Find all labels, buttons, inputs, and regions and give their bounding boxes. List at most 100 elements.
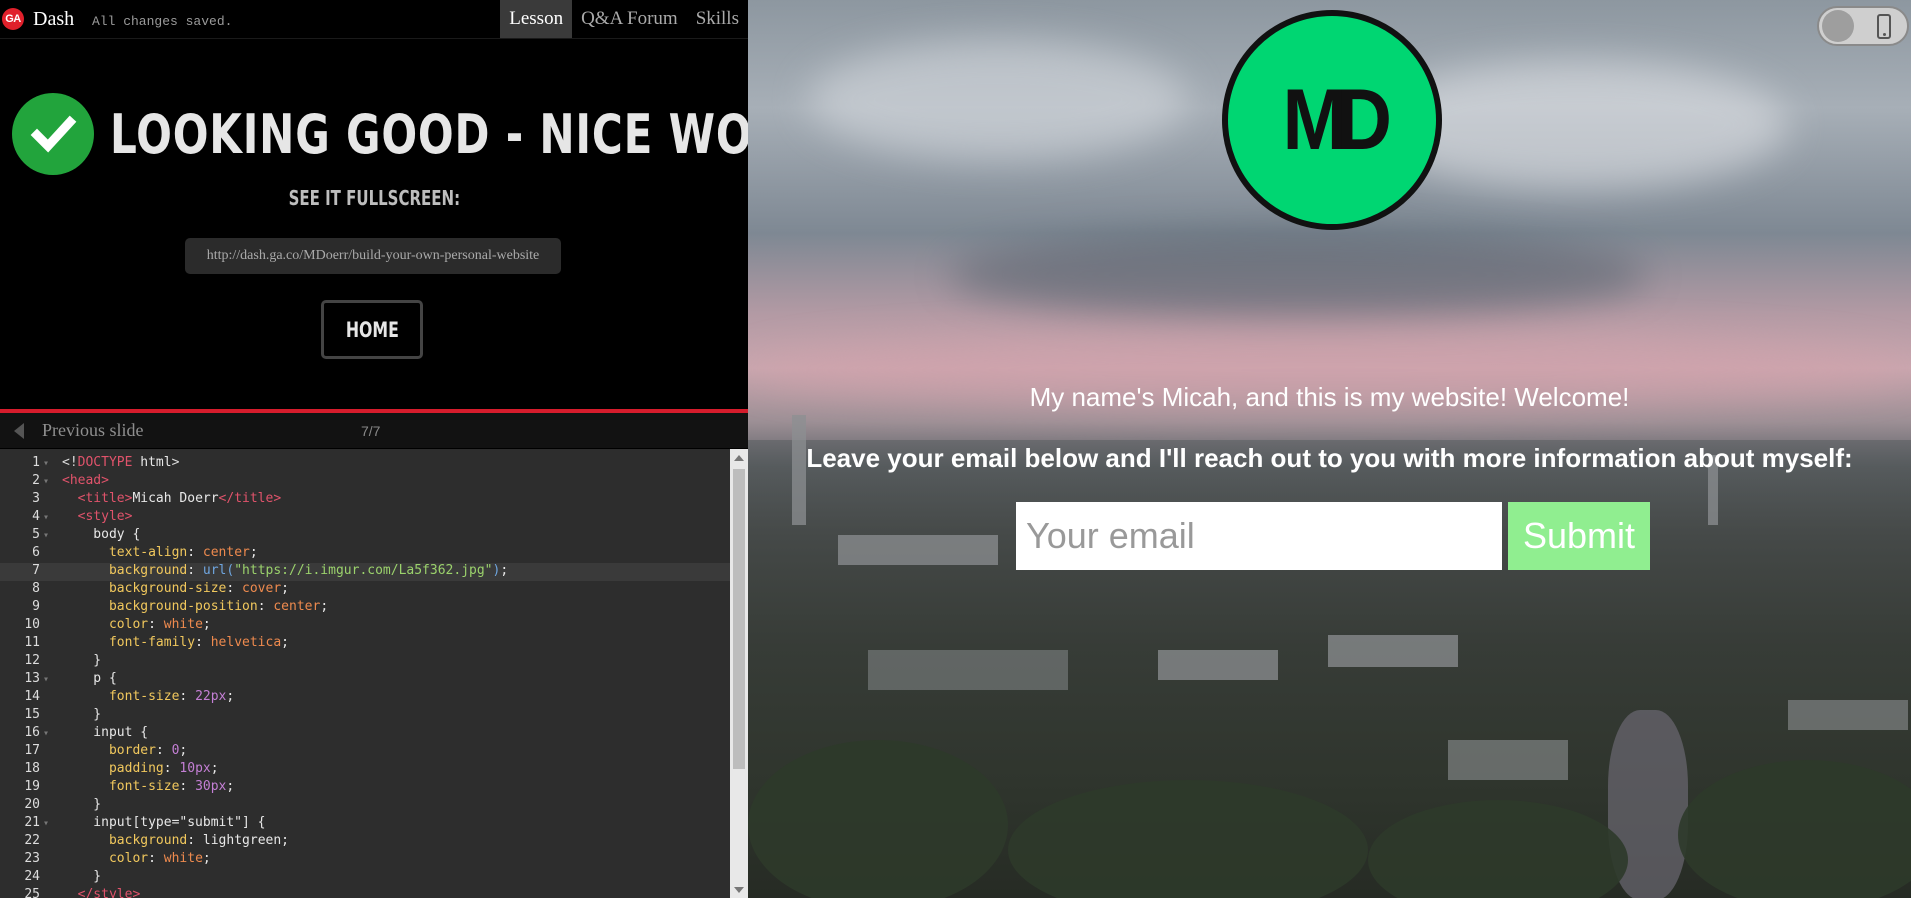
fold-arrow-icon[interactable]: ▾ — [40, 674, 62, 685]
fold-arrow-icon[interactable]: ▾ — [40, 728, 62, 739]
code-token: helvetica — [210, 635, 282, 650]
success-banner: LOOKING GOOD - NICE WORK! — [12, 93, 748, 175]
app-name[interactable]: Dash — [33, 8, 74, 31]
code-line[interactable]: 13 ▾ p { — [0, 671, 730, 689]
code-token: > — [171, 455, 180, 470]
trees — [748, 740, 1008, 898]
tab-lesson[interactable]: Lesson — [500, 0, 573, 38]
ga-logo[interactable]: GA — [2, 8, 24, 30]
line-number: 16 — [24, 725, 40, 740]
building — [1448, 740, 1568, 780]
code-token: color — [108, 617, 149, 632]
email-input[interactable]: Your email — [1016, 502, 1502, 570]
toggle-knob[interactable] — [1822, 10, 1854, 42]
code-line[interactable]: 9 background-position: center; — [0, 599, 730, 617]
code-line[interactable]: 17 border: 0; — [0, 743, 730, 761]
line-number: 2 — [32, 473, 40, 488]
code-line[interactable]: 8 background-size: cover; — [0, 581, 730, 599]
slide-counter: 7/7 — [361, 423, 381, 439]
code-token: white — [163, 851, 203, 866]
sky-cloud — [808, 40, 1188, 160]
trees — [1678, 760, 1911, 898]
code-line[interactable]: 23 color: white; — [0, 851, 730, 869]
code-token: text-align — [108, 545, 188, 560]
fold-arrow-icon[interactable]: ▾ — [40, 818, 62, 829]
code-line[interactable]: 24 } — [0, 869, 730, 887]
code-token: ; — [249, 545, 258, 560]
code-line[interactable]: 7 background: url("https://i.imgur.com/L… — [0, 563, 730, 581]
device-toggle[interactable] — [1817, 6, 1909, 46]
submit-button[interactable]: Submit — [1508, 502, 1650, 570]
tab-qa-forum[interactable]: Q&A Forum — [572, 0, 687, 38]
code-line[interactable]: 14 font-size: 22px; — [0, 689, 730, 707]
code-token: } — [62, 653, 102, 668]
code-token: <head> — [62, 473, 109, 488]
sky-cloud — [948, 230, 1648, 320]
code-line[interactable]: 12 } — [0, 653, 730, 671]
previous-slide-button[interactable]: Previous slide — [14, 420, 144, 441]
nav-tabs: Lesson Q&A Forum Skills — [500, 0, 748, 38]
scroll-up-icon[interactable] — [734, 455, 744, 461]
code-token: : — [257, 599, 274, 614]
code-token: cover — [242, 581, 282, 596]
code-lines[interactable]: 1 ▾ <!DOCTYPE html> 2 ▾ <head> 3 <title>Micah … — [0, 455, 730, 898]
code-token: </style> — [77, 887, 141, 898]
success-title: LOOKING GOOD - NICE WORK! — [110, 102, 748, 166]
scroll-down-icon[interactable] — [734, 887, 744, 893]
code-line[interactable]: 10 color: white; — [0, 617, 730, 635]
code-token: ; — [202, 617, 211, 632]
code-token: ; — [210, 761, 219, 776]
line-number: 12 — [24, 653, 40, 668]
md-logo: MD — [1222, 10, 1442, 230]
editor-scrollbar[interactable] — [730, 449, 748, 898]
code-token: background-size — [108, 581, 227, 596]
code-token: input { — [62, 725, 149, 740]
code-line[interactable]: 3 <title>Micah Doerr</title> — [0, 491, 730, 509]
code-token: } — [62, 707, 102, 722]
fullscreen-url[interactable]: http://dash.ga.co/MDoerr/build-your-own-… — [185, 238, 561, 274]
code-line[interactable]: 25 </style> — [0, 887, 730, 898]
code-line[interactable]: 2 ▾ <head> — [0, 473, 730, 491]
code-line[interactable]: 19 font-size: 30px; — [0, 779, 730, 797]
code-token: p { — [62, 671, 117, 686]
tab-skills[interactable]: Skills — [687, 0, 748, 38]
code-token: : — [195, 635, 211, 650]
code-token: Micah Doerr — [132, 491, 219, 506]
fold-arrow-icon[interactable]: ▾ — [40, 530, 62, 541]
code-line[interactable]: 1 ▾ <!DOCTYPE html> — [0, 455, 730, 473]
code-line[interactable]: 16 ▾ input { — [0, 725, 730, 743]
code-line[interactable]: 6 text-align: center; — [0, 545, 730, 563]
fold-arrow-icon[interactable]: ▾ — [40, 512, 62, 523]
code-line[interactable]: 20 } — [0, 797, 730, 815]
fold-arrow-icon[interactable]: ▾ — [40, 476, 62, 487]
save-status: All changes saved. — [92, 14, 233, 29]
home-button[interactable]: HOME — [321, 300, 423, 359]
scroll-thumb[interactable] — [733, 469, 745, 769]
code-token: </title> — [218, 491, 282, 506]
code-line[interactable]: 22 background: lightgreen; — [0, 833, 730, 851]
code-line[interactable]: 18 padding: 10px; — [0, 761, 730, 779]
code-token: white — [163, 617, 203, 632]
fold-arrow-icon[interactable]: ▾ — [40, 458, 62, 469]
code-token: ; — [320, 599, 329, 614]
code-line[interactable]: 4 ▾ <style> — [0, 509, 730, 527]
arrow-left-icon — [14, 422, 24, 439]
code-token: url( — [202, 563, 235, 578]
code-line[interactable]: 5 ▾ body { — [0, 527, 730, 545]
website-preview: MD My name's Micah, and this is my websi… — [748, 0, 1911, 898]
code-line[interactable]: 21 ▾ input[type="submit"] { — [0, 815, 730, 833]
code-line[interactable]: 15 } — [0, 707, 730, 725]
code-line[interactable]: 11 font-family: helvetica; — [0, 635, 730, 653]
line-number: 8 — [32, 581, 40, 596]
code-token: input[type="submit"] { — [62, 815, 266, 830]
code-editor[interactable]: 1 ▾ <!DOCTYPE html> 2 ▾ <head> 3 <title>Micah … — [0, 449, 748, 898]
line-number: 7 — [32, 563, 40, 578]
building — [1158, 650, 1278, 680]
line-number: 19 — [24, 779, 40, 794]
